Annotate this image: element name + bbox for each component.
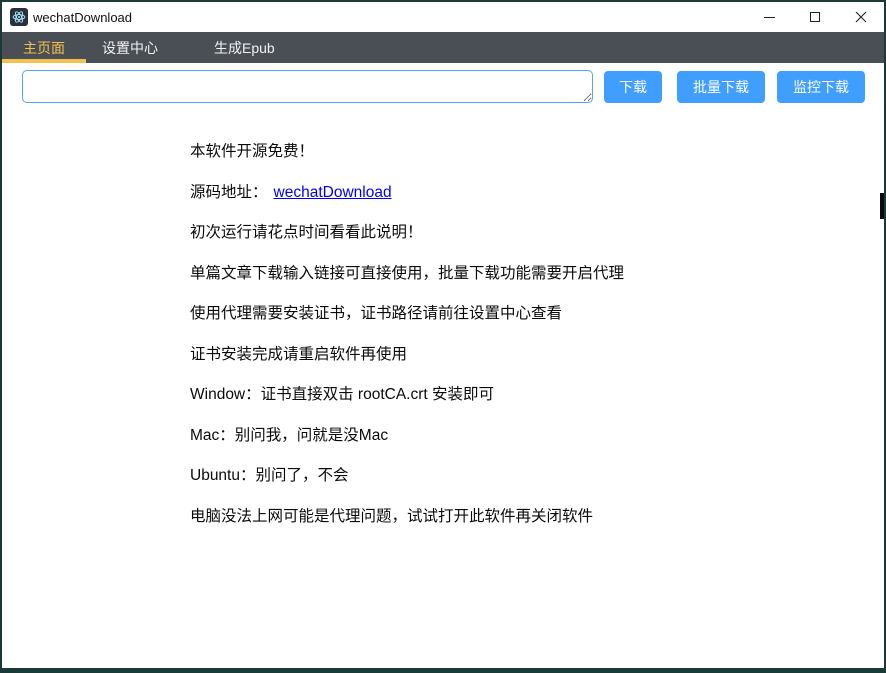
download-button[interactable]: 下载	[604, 71, 662, 103]
help-line-intro: 本软件开源免费！	[190, 143, 884, 160]
minimize-button[interactable]	[746, 2, 792, 32]
monitor-download-button[interactable]: 监控下载	[777, 71, 865, 103]
help-line: 单篇文章下载输入链接可直接使用，批量下载功能需要开启代理	[190, 265, 884, 282]
url-input[interactable]	[22, 70, 593, 103]
batch-download-button[interactable]: 批量下载	[677, 71, 765, 103]
minimize-icon	[764, 17, 775, 18]
window-controls	[746, 2, 884, 32]
help-line: 证书安装完成请重启软件再使用	[190, 346, 884, 363]
help-line: Mac：别问我，问就是没Mac	[190, 427, 884, 444]
maximize-button[interactable]	[792, 2, 838, 32]
help-text: 本软件开源免费！ 源码地址： wechatDownload 初次运行请花点时间看看…	[2, 110, 884, 525]
app-window: wechatDownload 主页面 设置中心 生成Epub 下载 批量下载 监…	[0, 0, 886, 673]
help-line: Window：证书直接双击 rootCA.crt 安装即可	[190, 386, 884, 403]
electron-atom-icon	[10, 8, 28, 26]
window-bottom-border	[2, 668, 884, 673]
tab-generate-epub[interactable]: 生成Epub	[198, 32, 291, 63]
scrollbar-thumb[interactable]	[880, 193, 884, 219]
tab-settings[interactable]: 设置中心	[86, 32, 174, 63]
close-icon	[855, 11, 867, 23]
download-toolbar: 下载 批量下载 监控下载	[2, 63, 884, 110]
title-bar[interactable]: wechatDownload	[2, 2, 884, 32]
source-address-label: 源码地址：	[190, 184, 268, 201]
help-line: 电脑没法上网可能是代理问题，试试打开此软件再关闭软件	[190, 508, 884, 525]
close-button[interactable]	[838, 2, 884, 32]
help-line: Ubuntu：别问了，不会	[190, 467, 884, 484]
help-line: 初次运行请花点时间看看此说明！	[190, 224, 884, 241]
help-line-source: 源码地址： wechatDownload	[190, 184, 884, 201]
maximize-icon	[810, 12, 820, 22]
window-title: wechatDownload	[33, 10, 132, 25]
tab-bar: 主页面 设置中心 生成Epub	[2, 32, 884, 63]
help-line: 使用代理需要安装证书，证书路径请前往设置中心查看	[190, 305, 884, 322]
tab-home[interactable]: 主页面	[2, 32, 86, 63]
source-repo-link[interactable]: wechatDownload	[274, 184, 392, 201]
